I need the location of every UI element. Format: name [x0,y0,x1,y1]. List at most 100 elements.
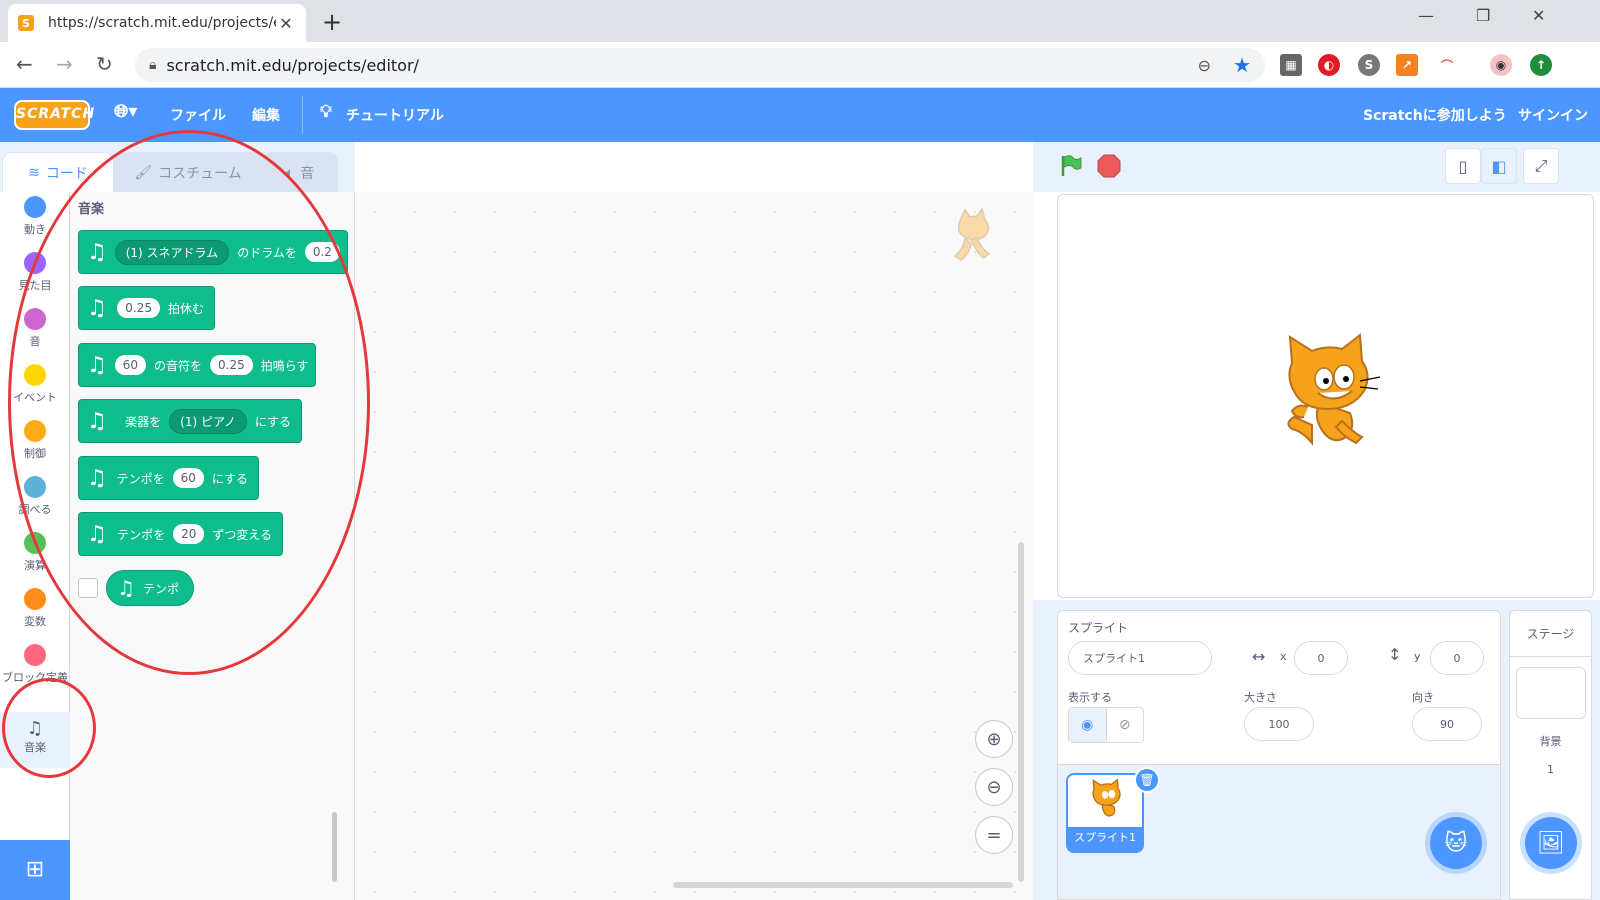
tab-costumes[interactable]: 🖌︎ コスチューム [114,152,262,192]
red-extension-icon[interactable]: ◐ [1318,54,1340,76]
new-tab-icon[interactable]: + [322,8,342,36]
trash-icon: 🗑︎ [1139,773,1155,787]
cat-sprite-icon[interactable] [1272,333,1382,449]
add-extension-icon: ⊞ [25,857,45,882]
chart-extension-icon[interactable]: ↗ [1396,54,1418,76]
tab-sounds-label: 音 [300,165,315,182]
direction-input[interactable]: 90 [1412,707,1482,741]
scratch-logo[interactable]: SCRATCH [14,100,94,130]
language-globe-icon[interactable]: 🌐︎▾ [114,101,137,122]
cat-thumbnail-icon [1092,779,1121,817]
reload-icon[interactable]: ↻ [96,52,113,76]
hide-button[interactable]: ⊘ [1107,708,1144,742]
stage-canvas[interactable] [1057,194,1594,598]
tab-code[interactable]: ≋ コード [2,152,114,192]
scratch-favicon-icon: S [18,15,34,31]
menu-tutorial[interactable]: チュートリアル [346,105,444,125]
category-label: 演算 [24,559,46,572]
block-set-tempo[interactable]: ♫ テンポを 60 にする [78,456,259,500]
normal-stage-button[interactable]: ◧ [1481,148,1517,184]
delete-sprite-button[interactable]: 🗑︎ [1134,767,1160,793]
category-sensing[interactable]: 調べる [0,472,70,528]
address-bar[interactable]: 🔒︎ scratch.mit.edu/projects/editor/ ⊖ ★ [135,48,1265,82]
stop-icon[interactable] [1097,154,1121,178]
zoom-reset-button[interactable]: = [975,816,1013,854]
block-number-input[interactable]: 0.25 [210,355,253,375]
browser-tab[interactable]: S https://scratch.mit.edu/projects/e ✕ [8,4,306,42]
backdrop-thumbnail[interactable] [1515,667,1586,719]
category-music[interactable]: ♫ 音楽 [0,712,70,768]
workspace-horizontal-scrollbar[interactable] [673,882,1013,888]
workspace-vertical-scrollbar[interactable] [1018,542,1024,882]
green-flag-icon[interactable] [1059,154,1083,178]
drum-dropdown[interactable]: (1) スネアドラム [114,239,230,265]
tab-sounds[interactable]: 🔈︎ 音 [262,152,338,192]
category-operators[interactable]: 演算 [0,528,70,584]
add-sprite-button[interactable]: 🐱︎ [1430,817,1482,869]
back-icon[interactable]: ← [16,52,33,76]
zoom-in-button[interactable]: ⊕ [975,720,1013,758]
category-label: ブロック定義 [2,671,68,684]
block-set-instrument[interactable]: ♫ 楽器を (1) ピアノ にする [78,399,302,443]
qr-extension-icon[interactable]: ▦ [1280,54,1302,76]
window-close-icon[interactable]: ✕ [1532,6,1545,25]
signin-link[interactable]: サインイン [1518,105,1588,125]
category-control[interactable]: 制御 [0,416,70,472]
x-input[interactable]: 0 [1294,641,1348,675]
block-text: 拍鳴らす [260,358,309,373]
category-events[interactable]: イベント [0,360,70,416]
size-input[interactable]: 100 [1244,707,1314,741]
zoom-out-icon: ⊖ [986,776,1002,798]
bookmark-star-icon[interactable]: ★ [1233,53,1251,77]
zoom-out-icon[interactable]: ⊖ [1198,56,1211,75]
minimize-icon[interactable]: — [1418,6,1434,25]
block-tempo-reporter[interactable]: ♫ テンポ [106,570,194,606]
stage-target-panel[interactable]: ステージ 背景 1 🖼︎ [1509,610,1592,900]
sprite-name-input[interactable]: スプライト1 [1068,641,1212,675]
code-workspace[interactable]: ⊕ ⊖ = [355,192,1033,900]
instrument-dropdown[interactable]: (1) ピアノ [169,408,247,434]
block-number-input[interactable]: 0.25 [117,298,160,318]
forward-icon[interactable]: → [56,52,73,76]
category-dot [24,364,46,386]
category-my-blocks[interactable]: ブロック定義 [0,640,70,702]
update-extension-icon[interactable]: ↑ [1530,54,1552,76]
menu-edit[interactable]: 編集 [252,105,280,125]
palette-scrollbar[interactable] [332,812,337,882]
zoom-out-button[interactable]: ⊖ [975,768,1013,806]
block-play-drum[interactable]: ♫ (1) スネアドラム のドラムを 0.2 [78,230,348,274]
block-number-input[interactable]: 60 [172,468,204,488]
block-number-input[interactable]: 20 [173,524,205,544]
sprite-thumbnail[interactable]: スプライト1 🗑︎ [1066,767,1160,853]
sprite-watermark-icon [953,208,991,261]
restore-icon[interactable]: ❐ [1476,6,1490,25]
rainbow-extension-icon[interactable]: ⌒ [1436,54,1458,76]
block-change-tempo[interactable]: ♫ テンポを 20 ずつ変える [78,512,283,556]
y-input[interactable]: 0 [1430,641,1484,675]
s-extension-icon[interactable]: S [1358,54,1380,76]
fullscreen-button[interactable]: ⤢ [1523,148,1559,184]
show-button[interactable]: ◉ [1069,708,1107,742]
glasses-extension-icon[interactable]: ◉ [1490,54,1512,76]
add-extension-button[interactable]: ⊞ [0,840,70,900]
menu-file[interactable]: ファイル [170,105,226,125]
category-label: 制御 [24,447,46,460]
block-number-input[interactable]: 60 [114,355,147,375]
category-sound[interactable]: 音 [0,304,70,360]
add-backdrop-button[interactable]: 🖼︎ [1525,817,1577,869]
block-text: にする [211,471,248,486]
tempo-monitor-checkbox[interactable] [78,578,98,598]
block-number-input[interactable]: 0.2 [304,242,340,262]
category-dot [24,476,46,498]
category-looks[interactable]: 見た目 [0,248,70,304]
tab-close-icon[interactable]: ✕ [276,14,296,33]
join-scratch-link[interactable]: Scratchに参加しよう [1363,105,1507,125]
block-rest[interactable]: ♫ 0.25 拍休む [78,286,215,330]
category-variables[interactable]: 変数 [0,584,70,640]
code-icon: ≋ [28,164,40,181]
stage-header: ▯ ◧ ⤢ [1033,142,1600,192]
category-motion[interactable]: 動き [0,192,70,248]
block-play-note[interactable]: ♫ 60 の音符を 0.25 拍鳴らす [78,343,316,387]
small-stage-button[interactable]: ▯ [1445,148,1481,184]
category-dot [24,252,46,274]
